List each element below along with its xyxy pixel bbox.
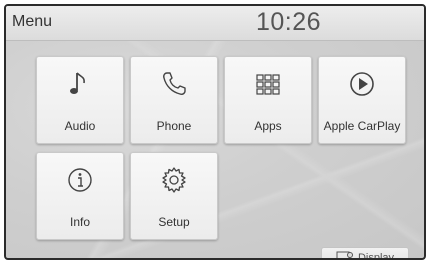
- apps-button[interactable]: Apps: [224, 56, 312, 144]
- apps-label: Apps: [254, 119, 282, 133]
- audio-button[interactable]: Audio: [36, 56, 124, 144]
- display-label: Display: [357, 252, 395, 260]
- music-note-icon: [37, 69, 123, 99]
- menu-screen: Menu 10:26 Audio Phone Apps Apple CarPla…: [4, 4, 426, 260]
- phone-icon: [131, 69, 217, 99]
- setup-button[interactable]: Setup: [130, 152, 218, 240]
- display-button[interactable]: Display: [321, 247, 409, 260]
- apple-carplay-button[interactable]: Apple CarPlay: [318, 56, 406, 144]
- info-button[interactable]: Info: [36, 152, 124, 240]
- audio-label: Audio: [64, 119, 96, 133]
- phone-label: Phone: [156, 119, 192, 133]
- clock: 10:26: [256, 8, 322, 36]
- header-bar: Menu 10:26: [6, 6, 424, 41]
- phone-button[interactable]: Phone: [130, 56, 218, 144]
- apple-carplay-label: Apple CarPlay: [323, 119, 401, 133]
- info-label: Info: [69, 215, 90, 229]
- setup-label: Setup: [158, 215, 190, 229]
- display-icon: [336, 251, 354, 258]
- info-icon: [37, 165, 123, 195]
- carplay-play-icon: [319, 69, 405, 99]
- apps-grid-icon: [225, 69, 311, 99]
- gear-icon: [131, 165, 217, 195]
- page-title: Menu: [12, 13, 53, 30]
